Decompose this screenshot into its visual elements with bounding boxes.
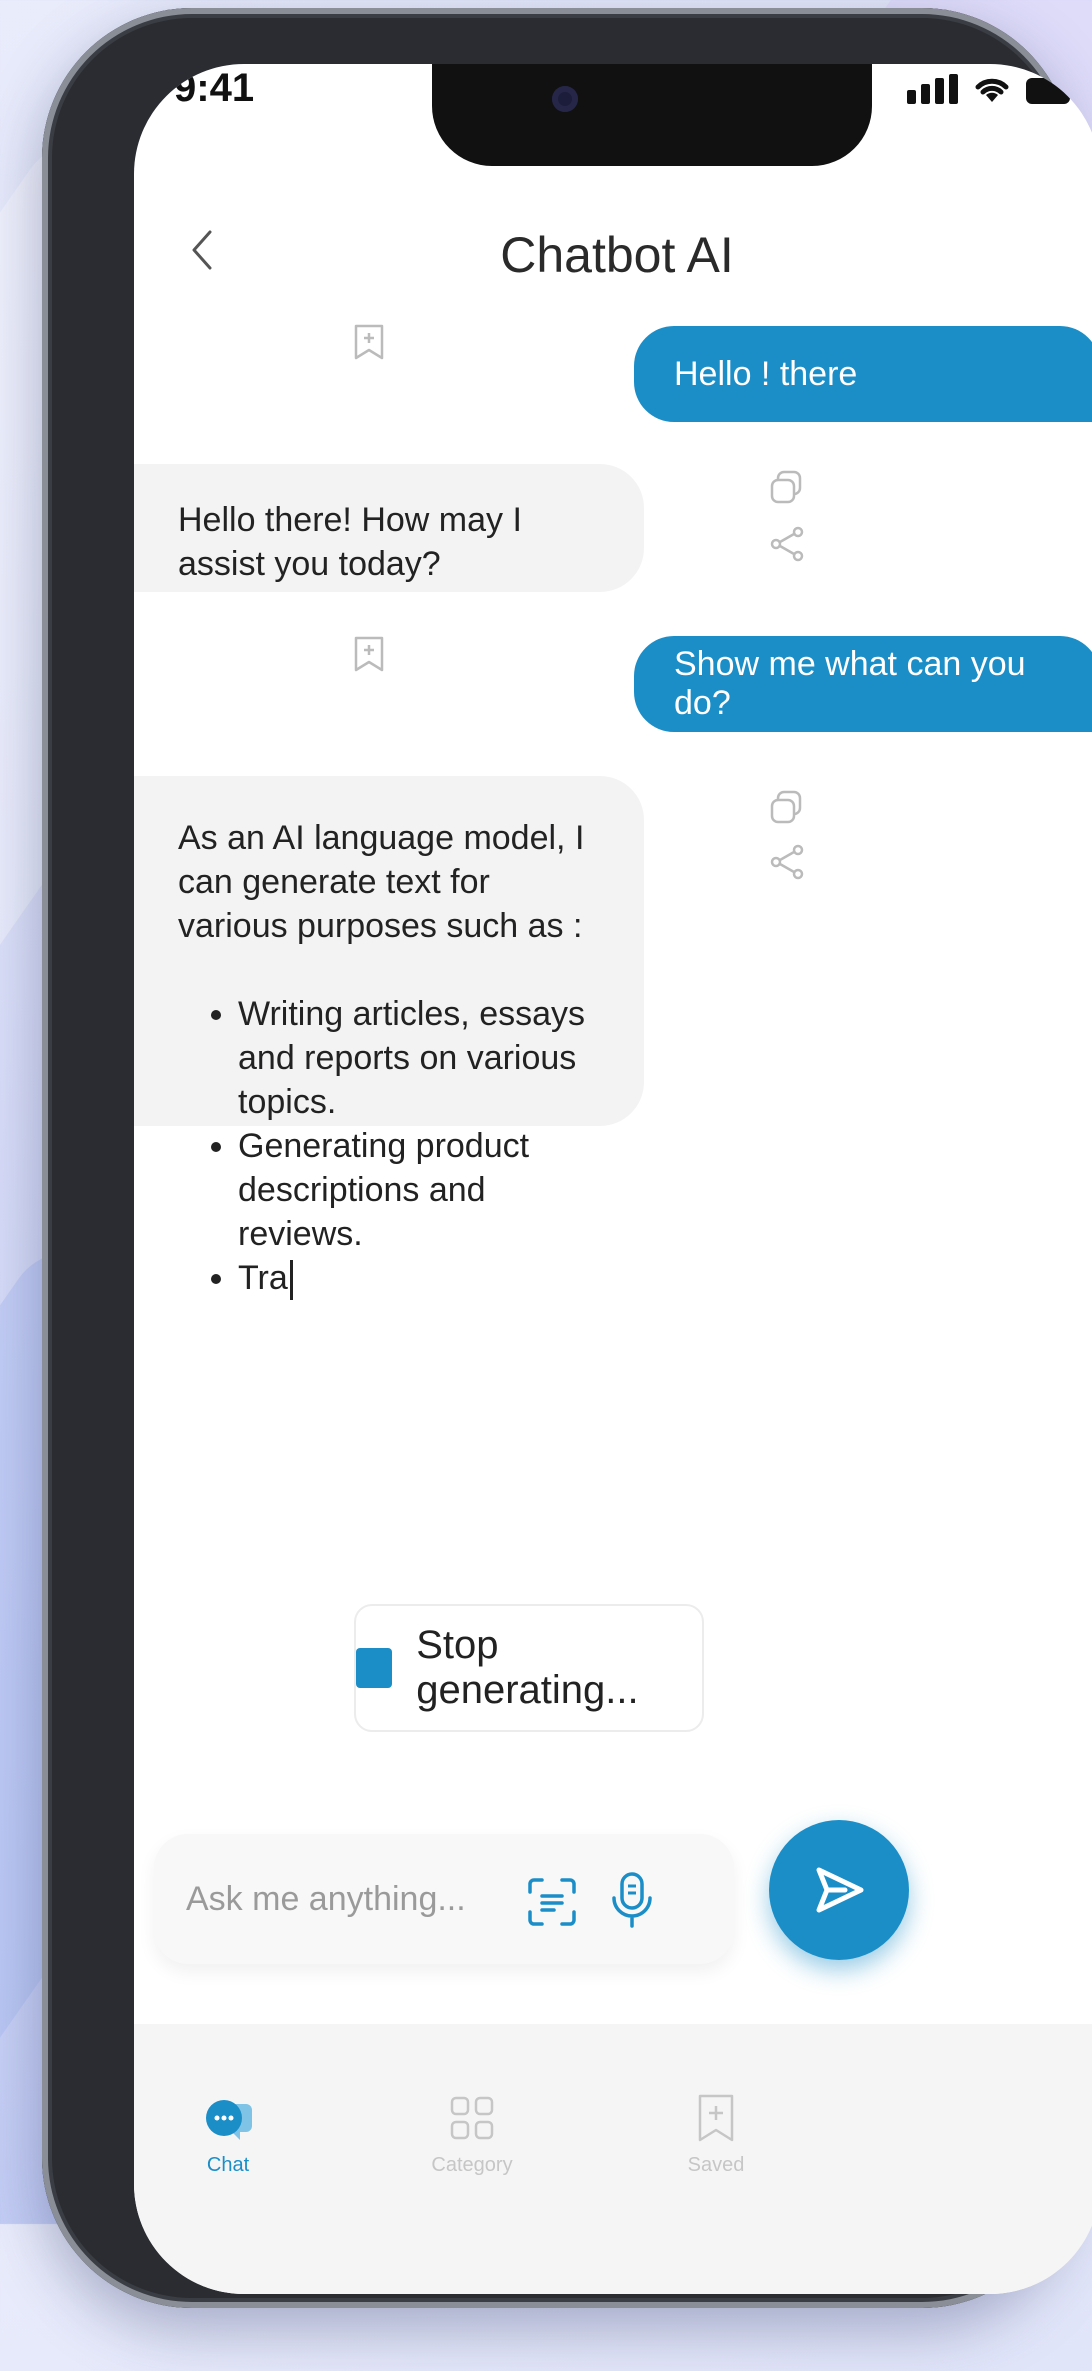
message-text: Show me what can you do? [674, 645, 1026, 722]
share-icon[interactable] [768, 842, 808, 882]
copy-icon[interactable] [766, 466, 808, 508]
user-message: Hello ! there [634, 326, 1092, 422]
stop-generating-label: Stop generating... [416, 1623, 639, 1712]
list-item: Generating product descriptions and revi… [238, 1124, 604, 1256]
bookmark-icon[interactable] [352, 322, 386, 362]
status-icons [907, 74, 1070, 104]
header: Chatbot AI [134, 204, 1092, 304]
wifi-icon [975, 78, 1009, 102]
message-text: As an AI language model, I can generate … [178, 819, 585, 945]
nav-label: Chat [206, 2154, 250, 2176]
bookmark-icon [698, 2094, 734, 2142]
typing-cursor [289, 1260, 293, 1301]
list-item: Writing articles, essays and reports on … [238, 992, 604, 1124]
stop-icon [356, 1648, 393, 1688]
status-time: 9:41 [174, 66, 255, 110]
user-message: Show me what can you do? [634, 636, 1092, 732]
nav-label: Saved [687, 2154, 745, 2176]
message-text: Hello ! there [674, 354, 858, 393]
phone-frame: 9:41 Chatbot AI Hello ! there Hello ther… [42, 8, 1092, 2308]
bottom-nav: Chat Category Saved [134, 2024, 1092, 2294]
list-item-text: Tra [238, 1259, 288, 1297]
composer [154, 1834, 734, 1964]
bookmark-icon[interactable] [352, 634, 386, 674]
copy-icon[interactable] [766, 786, 808, 828]
list-item: Tra [238, 1256, 604, 1301]
camera-icon [552, 86, 578, 112]
app-screen: 9:41 Chatbot AI Hello ! there Hello ther… [134, 64, 1092, 2294]
stop-generating-button[interactable]: Stop generating... [354, 1604, 704, 1732]
share-icon[interactable] [768, 524, 808, 564]
nav-item-chat[interactable]: Chat [158, 2090, 298, 2177]
grid-icon [450, 2096, 494, 2140]
send-button[interactable] [769, 1820, 909, 1960]
page-title: Chatbot AI [500, 227, 734, 283]
message-input[interactable] [184, 1868, 488, 1930]
notch [432, 64, 872, 166]
message-text: Hello there! How may I assist you today? [178, 501, 522, 583]
message-list: Writing articles, essays and reports on … [178, 992, 604, 1301]
battery-icon [1026, 78, 1070, 104]
nav-item-category[interactable]: Category [402, 2090, 542, 2177]
bot-message: Hello there! How may I assist you today? [134, 464, 644, 592]
signal-icon [907, 74, 958, 104]
scan-text-icon[interactable] [524, 1874, 580, 1930]
send-icon [816, 1867, 864, 1913]
nav-label: Category [431, 2154, 513, 2176]
bot-message: As an AI language model, I can generate … [134, 776, 644, 1301]
chat-icon [206, 2100, 252, 2140]
nav-item-saved[interactable]: Saved [646, 2090, 786, 2177]
microphone-icon[interactable] [604, 1870, 660, 1930]
